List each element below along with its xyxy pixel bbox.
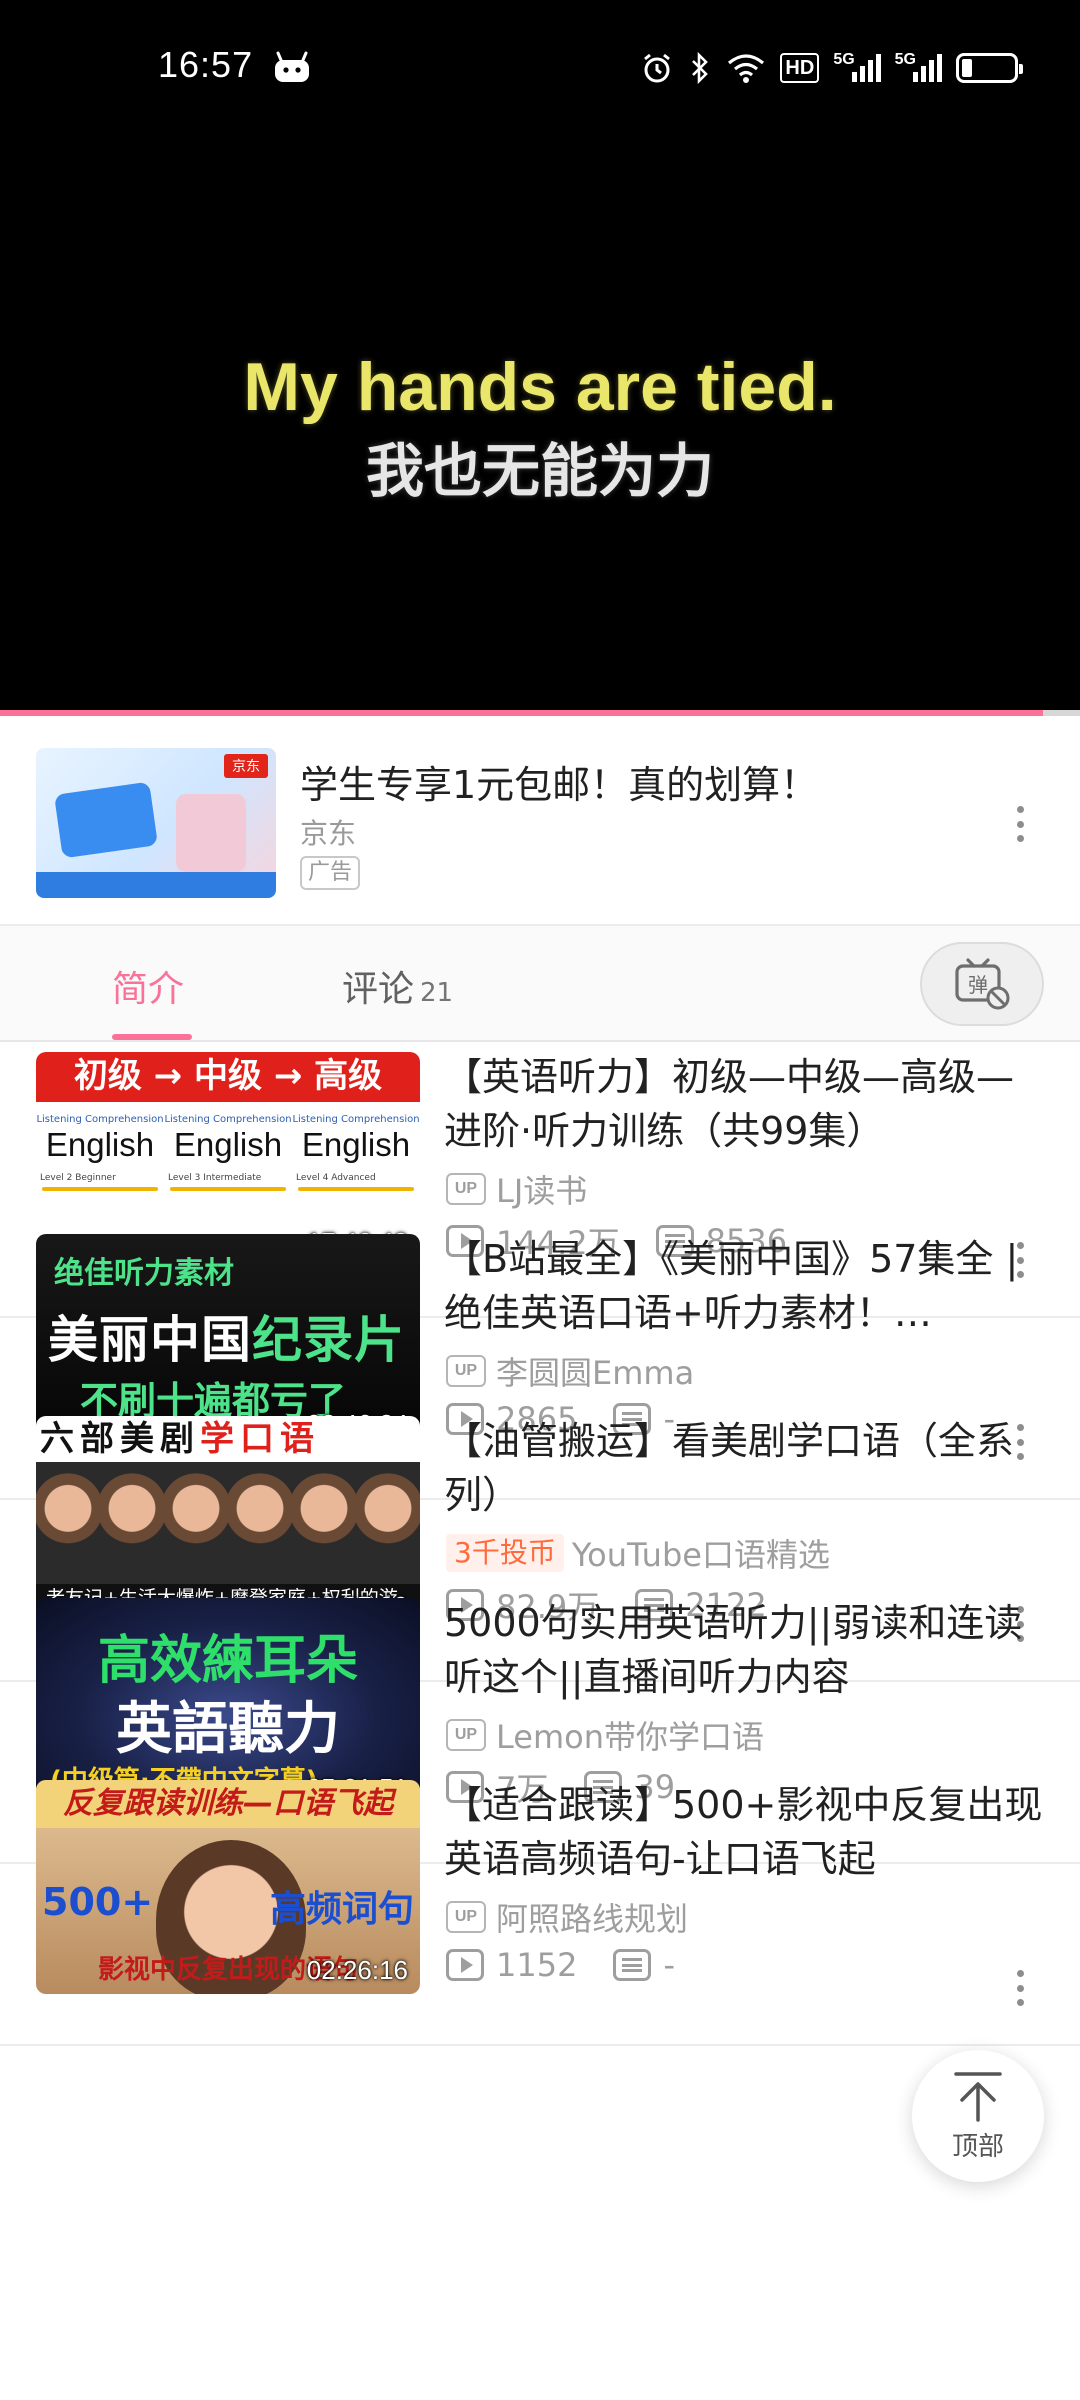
tab-comments[interactable]: 评论 21 — [342, 960, 453, 1012]
thumb-line: 绝佳听力素材 — [54, 1256, 234, 1291]
comment-count: 21 — [420, 978, 454, 1008]
video-duration: 02:26:16 — [306, 1955, 408, 1985]
tab-bar: 简介 评论 21 弹 — [0, 926, 1080, 1042]
thumb-level: Level 2 Beginner — [40, 1173, 116, 1183]
signal-bars-icon — [913, 54, 942, 82]
thumb-level: Level 4 Advanced — [296, 1173, 376, 1183]
video-thumbnail[interactable]: 反复跟读训练—口语飞起 500+ 高频词句 影视中反复出现的语句 02:26:1… — [36, 1780, 420, 1994]
thumb-level: Level 3 Intermediate — [168, 1173, 262, 1183]
view-count: 1152 — [496, 1946, 578, 1984]
thumb-word: English — [301, 1126, 411, 1163]
arrow-up-icon — [954, 2071, 1002, 2122]
ad-source: 京东 — [300, 817, 357, 850]
thumb-line: 高频词句 — [269, 1889, 414, 1930]
thumb-level-bar — [298, 1187, 414, 1191]
uploader-name: Lemon带你学口语 — [496, 1718, 764, 1756]
thumb-line: 500+ — [42, 1880, 154, 1924]
thumb-word: English — [173, 1126, 283, 1163]
thumb-line-part: 美丽中国 — [48, 1311, 252, 1369]
play-count-icon — [446, 1949, 484, 1981]
alarm-icon — [644, 53, 671, 83]
uploader-name: YouTube口语精选 — [571, 1536, 830, 1574]
uploader[interactable]: 3千投币 YouTube口语精选 — [446, 1530, 830, 1576]
signal-1: 5G — [833, 51, 881, 82]
thumb-column: Listening Comprehension English Level 3 … — [164, 1114, 292, 1195]
thumb-level-bar — [170, 1187, 286, 1191]
thumb-line-part: 六部美剧 — [40, 1419, 200, 1459]
thumb-line: 高效練耳朵 — [97, 1631, 358, 1691]
battery-icon — [956, 53, 1023, 83]
notification-app-icon — [275, 51, 309, 82]
more-options-icon[interactable] — [1014, 806, 1026, 842]
thumb-line-part: 学口语 — [200, 1419, 320, 1459]
tab-comments-label: 评论 — [342, 969, 415, 1010]
thumb-banner: 反复跟读训练—口语飞起 — [36, 1780, 420, 1828]
status-icons: HD 5G 5G — [640, 48, 1023, 88]
danmaku-toggle-button[interactable]: 弹 — [920, 942, 1044, 1026]
signal-bars-icon — [851, 54, 881, 82]
thumb-column: Listening Comprehension English Level 4 … — [292, 1114, 420, 1195]
tab-intro[interactable]: 简介 — [112, 960, 184, 1012]
uploader-name: LJ读书 — [496, 1172, 588, 1210]
video-title[interactable]: 【英语听力】初级—中级—高级—进阶·听力训练（共99集） — [444, 1050, 1044, 1158]
ad-thumb-tag: 京东 — [224, 754, 268, 778]
ad-thumb-decor — [36, 872, 276, 898]
uploader[interactable]: UP 阿照路线规划 — [446, 1894, 688, 1940]
coin-badge: 3千投币 — [446, 1534, 564, 1572]
ad-thumb-decor — [176, 794, 246, 872]
ad-thumbnail[interactable]: 京东 — [36, 748, 276, 898]
subtitle-english: My hands are tied. — [243, 349, 837, 425]
up-badge: UP — [446, 1901, 486, 1933]
status-bar: 16:57 HD 5G 5G — [0, 0, 1080, 140]
thumb-caption: Listening Comprehension — [292, 1114, 420, 1125]
ad-thumb-decor — [54, 781, 158, 859]
danmaku-count-icon — [613, 1949, 652, 1981]
up-badge: UP — [446, 1719, 486, 1751]
uploader[interactable]: UP LJ读书 — [446, 1166, 587, 1212]
thumb-cast-photo — [36, 1462, 420, 1584]
thumb-line: 美丽中国纪录片 — [48, 1300, 405, 1372]
video-stats: 1152 - — [446, 1946, 675, 1984]
uploader[interactable]: UP Lemon带你学口语 — [446, 1712, 764, 1758]
thumb-banner: 初级 → 中级 → 高级 — [36, 1052, 420, 1102]
up-badge: UP — [446, 1173, 486, 1205]
tab-intro-label: 简介 — [112, 969, 185, 1010]
video-title[interactable]: 【B站最全】《美丽中国》57集全 | 绝佳英语口语+听力素材！… — [444, 1232, 1044, 1340]
danmaku-count: - — [663, 1946, 675, 1984]
thumb-level-bar — [42, 1187, 158, 1191]
signal-2: 5G — [895, 51, 942, 82]
subtitle-chinese: 我也无能为力 — [365, 437, 714, 505]
ad-badge: 广告 — [300, 856, 361, 890]
video-player[interactable]: 16:57 HD 5G 5G My hands are tied. 我也无能为力 — [0, 0, 1080, 716]
hd-voice-badge: HD — [780, 53, 820, 83]
thumb-banner: 六部美剧学口语 — [36, 1416, 420, 1462]
uploader[interactable]: UP 李圆圆Emma — [446, 1348, 694, 1394]
status-time: 16:57 — [158, 44, 254, 85]
video-title[interactable]: 【适合跟读】500+影视中反复出现英语高频语句-让口语飞起 — [444, 1778, 1044, 1886]
thumb-line-part: 纪录片 — [252, 1311, 405, 1369]
thumb-word: English — [45, 1126, 155, 1163]
up-badge: UP — [446, 1355, 486, 1387]
ad-title[interactable]: 学生专享1元包邮！真的划算！ — [300, 754, 818, 809]
bluetooth-icon — [692, 51, 709, 85]
thumb-line: 英語聽力 — [116, 1697, 340, 1762]
back-to-top-button[interactable]: 顶部 — [912, 2050, 1044, 2182]
video-title[interactable]: 【油管搬运】看美剧学口语（全系列） — [444, 1414, 1044, 1522]
wifi-icon — [728, 54, 765, 83]
thumb-caption: Listening Comprehension — [36, 1114, 164, 1125]
thumb-caption: Listening Comprehension — [164, 1114, 292, 1125]
active-tab-indicator — [112, 1034, 192, 1040]
danmaku-glyph: 弹 — [968, 973, 988, 997]
ad-card[interactable]: 京东 学生专享1元包邮！真的划算！ 京东 广告 — [0, 716, 1080, 926]
thumb-column: Listening Comprehension English Level 2 … — [36, 1114, 164, 1195]
back-to-top-label: 顶部 — [951, 2131, 1004, 2162]
video-title[interactable]: 5000句实用英语听力||弱读和连读听这个||直播间听力内容 — [444, 1596, 1044, 1704]
danmaku-off-icon: 弹 — [955, 958, 1010, 1010]
more-options-icon[interactable] — [1014, 1970, 1026, 2006]
uploader-name: 李圆圆Emma — [496, 1354, 695, 1392]
uploader-name: 阿照路线规划 — [496, 1900, 689, 1938]
list-item[interactable]: 反复跟读训练—口语飞起 500+ 高频词句 影视中反复出现的语句 02:26:1… — [0, 1770, 1080, 2046]
